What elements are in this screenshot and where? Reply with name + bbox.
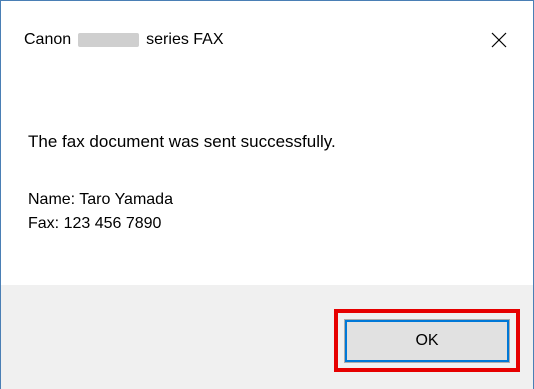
fax-result-dialog: Canon series FAX The fax document was se… bbox=[0, 0, 534, 389]
close-icon bbox=[491, 32, 507, 48]
dialog-content: The fax document was sent successfully. … bbox=[1, 71, 533, 285]
title-suffix: series FAX bbox=[146, 31, 224, 48]
title-bar: Canon series FAX bbox=[1, 1, 533, 71]
window-title: Canon series FAX bbox=[24, 31, 224, 49]
recipient-fax-number: Fax: 123 456 7890 bbox=[28, 215, 162, 232]
success-message: The fax document was sent successfully. bbox=[28, 132, 336, 151]
close-button[interactable] bbox=[477, 21, 521, 59]
title-prefix: Canon bbox=[24, 31, 72, 48]
recipient-name: Name: Taro Yamada bbox=[28, 191, 173, 208]
redacted-model-name bbox=[78, 33, 140, 47]
button-bar: OK bbox=[1, 285, 533, 389]
ok-button[interactable]: OK bbox=[344, 319, 510, 363]
